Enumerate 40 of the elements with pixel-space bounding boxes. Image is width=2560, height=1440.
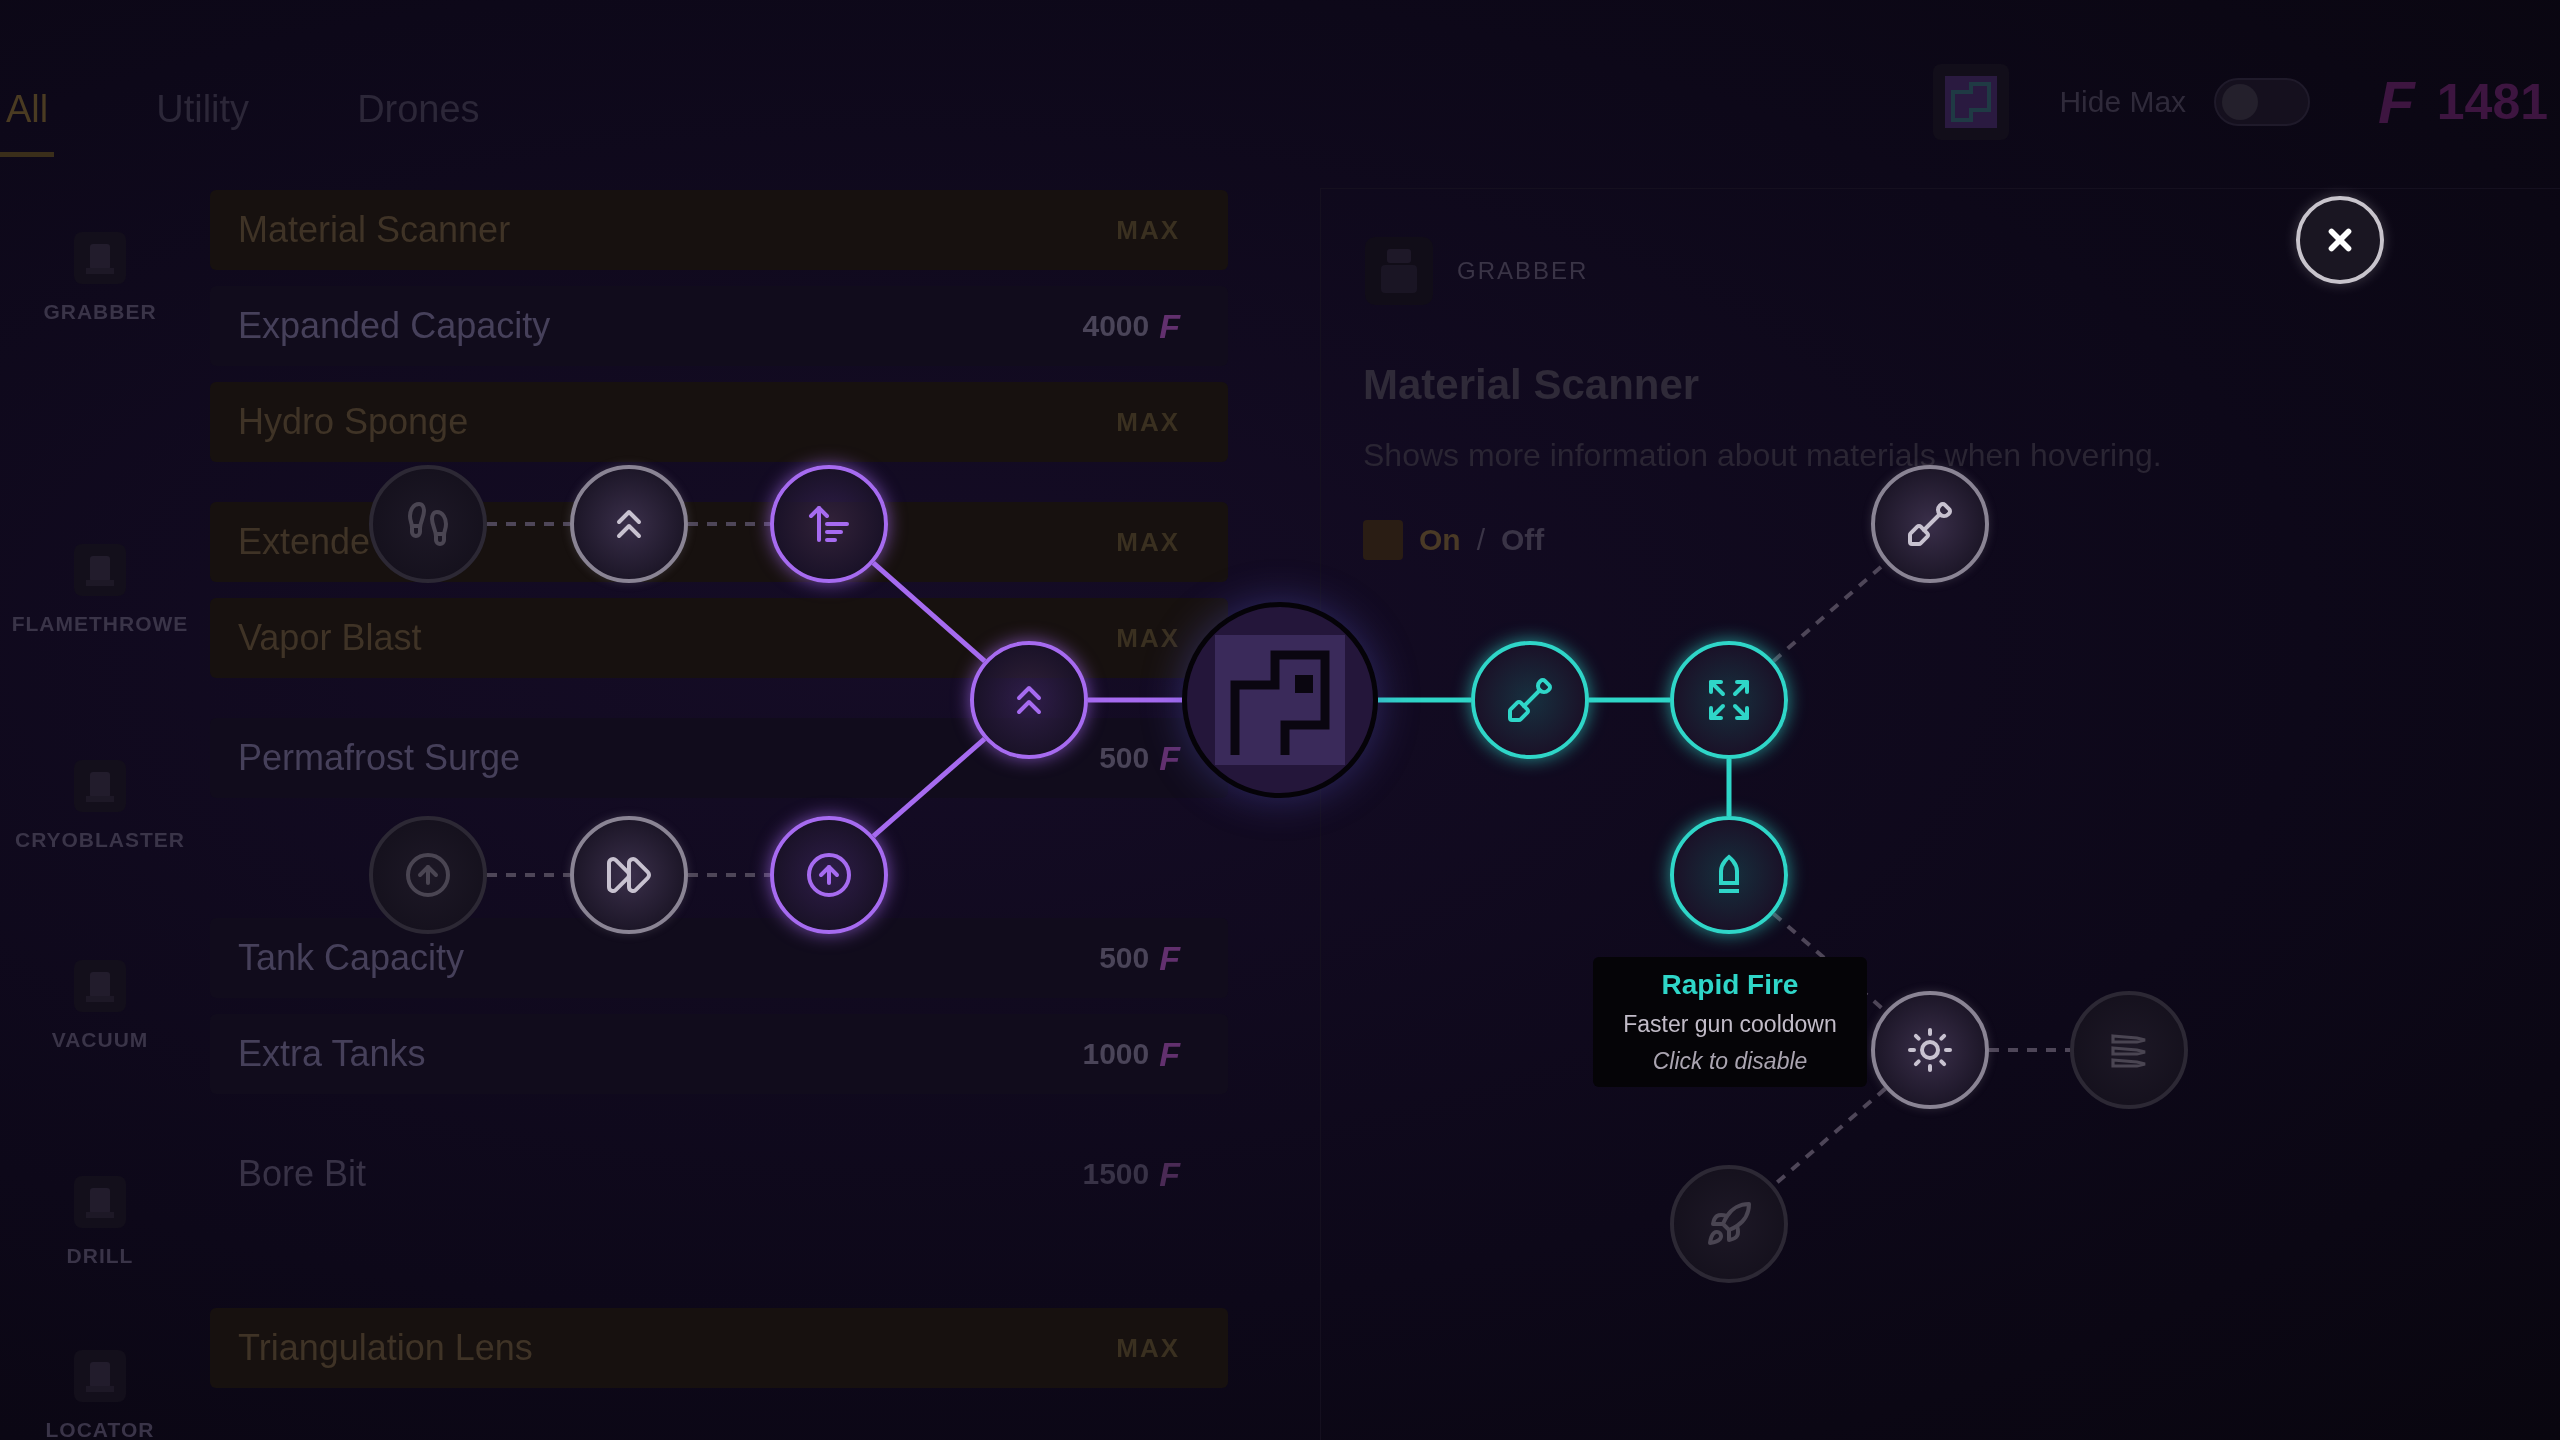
category-tab[interactable]: All	[0, 88, 55, 157]
currency-symbol: F	[1159, 1034, 1180, 1074]
skill-node[interactable]	[770, 816, 888, 934]
tooltip-title: Rapid Fire	[1661, 969, 1799, 1001]
currency-symbol: F	[1159, 1154, 1180, 1194]
upgrade-price: 1000	[1082, 1037, 1150, 1071]
close-button[interactable]	[2296, 196, 2384, 284]
upgrade-price: 4000	[1082, 309, 1150, 343]
connector-line	[1726, 759, 1732, 816]
upgrade-price: 500	[1099, 941, 1150, 975]
skill-node[interactable]	[970, 641, 1088, 759]
upgrade-price: 500	[1099, 741, 1150, 775]
currency-symbol: F	[1159, 738, 1180, 778]
hide-max-toggle[interactable]	[2214, 78, 2311, 126]
shovel-icon	[1906, 500, 1954, 548]
tooltip-hint: Click to disable	[1652, 1048, 1808, 1075]
upgrade-name: Expanded Capacity	[238, 305, 551, 347]
upgrade-name: Permafrost Surge	[238, 737, 521, 779]
arrow-up-circle-icon	[404, 851, 452, 899]
skill-node[interactable]	[1670, 641, 1788, 759]
on-label: On	[1419, 523, 1461, 557]
currency-symbol: F	[1159, 938, 1180, 978]
skill-node[interactable]	[570, 816, 688, 934]
checkbox[interactable]	[1363, 520, 1403, 560]
upgrade-row[interactable]: Permafrost Surge 500 F	[210, 718, 1228, 798]
separator-text: /	[1476, 523, 1485, 557]
skill-node[interactable]	[1871, 991, 1989, 1109]
arrow-up-circle-icon	[805, 851, 853, 899]
upgrade-name: Tank Capacity	[238, 937, 465, 979]
skill-node[interactable]	[1670, 816, 1788, 934]
skill-node[interactable]	[770, 465, 888, 583]
currency-symbol: F	[1159, 306, 1180, 346]
upgrade-name: Extra Tanks	[238, 1033, 426, 1075]
sun-icon	[1906, 1026, 1954, 1074]
skill-node[interactable]	[570, 465, 688, 583]
rocket-icon	[1705, 1200, 1753, 1248]
skill-node[interactable]	[1471, 641, 1589, 759]
skill-node[interactable]	[1871, 465, 1989, 583]
shovel-icon	[1506, 676, 1554, 724]
tooltip-description: Faster gun cooldown	[1623, 1011, 1837, 1038]
